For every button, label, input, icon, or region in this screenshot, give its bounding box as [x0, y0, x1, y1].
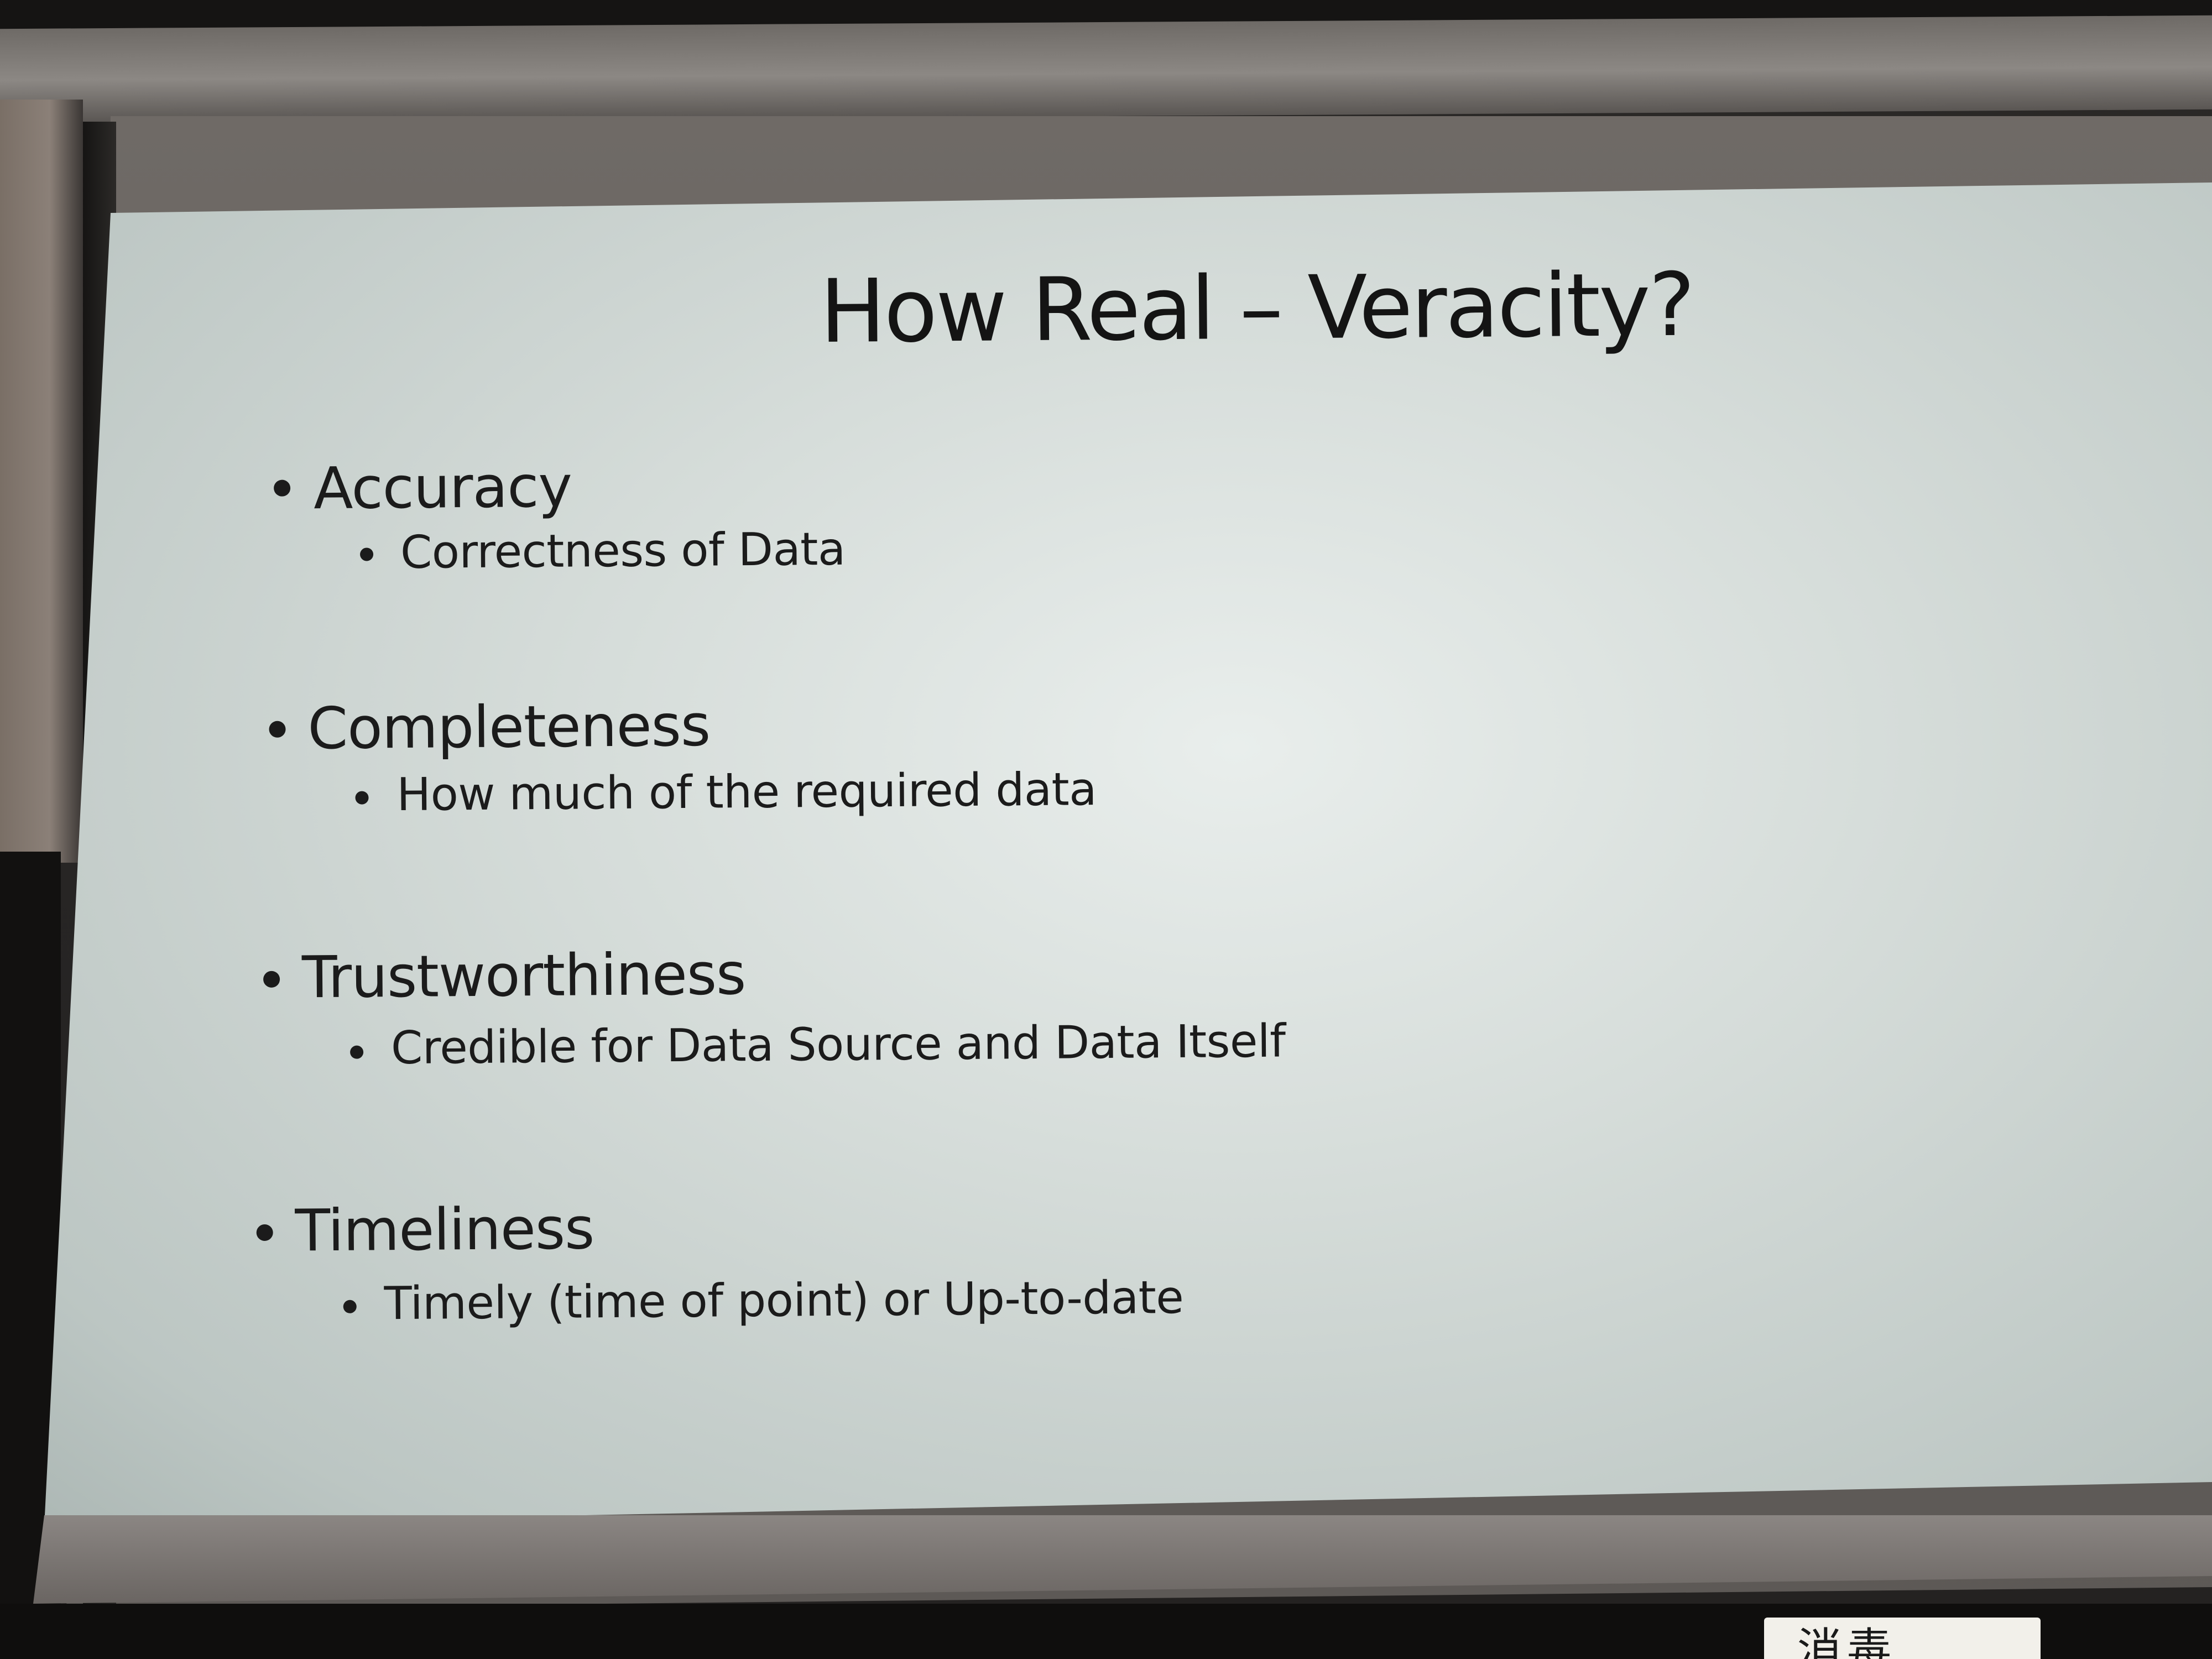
slide-title: How Real – Veracity?	[819, 254, 1694, 363]
slide-content: How Real – Veracity? Accuracy Correctnes…	[0, 0, 2212, 1659]
bullet-detail-accuracy: Correctness of Data	[400, 523, 846, 580]
bullet-heading-accuracy: Accuracy	[313, 452, 572, 523]
photo-of-projected-slide: 消毒 How Real – Veracity? Accuracy Correct…	[0, 0, 2212, 1659]
sub-bullet-icon	[350, 1045, 364, 1059]
sub-bullet-icon	[343, 1300, 357, 1313]
bullet-heading-timeliness: Timeliness	[295, 1194, 594, 1265]
bullet-icon	[269, 721, 286, 738]
bullet-icon	[256, 1224, 273, 1241]
bullet-detail-trustworthiness: Credible for Data Source and Data Itself	[390, 1015, 1286, 1075]
sub-bullet-icon	[359, 547, 374, 561]
bullet-detail-timeliness: Timely (time of point) or Up-to-date	[384, 1271, 1184, 1331]
bullet-heading-trustworthiness: Trustworthiness	[301, 940, 746, 1011]
bullet-detail-completeness: How much of the required data	[397, 763, 1097, 822]
sub-bullet-icon	[355, 791, 369, 805]
bullet-heading-completeness: Completeness	[307, 691, 711, 763]
bullet-icon	[273, 479, 291, 497]
bullet-icon	[263, 971, 280, 988]
